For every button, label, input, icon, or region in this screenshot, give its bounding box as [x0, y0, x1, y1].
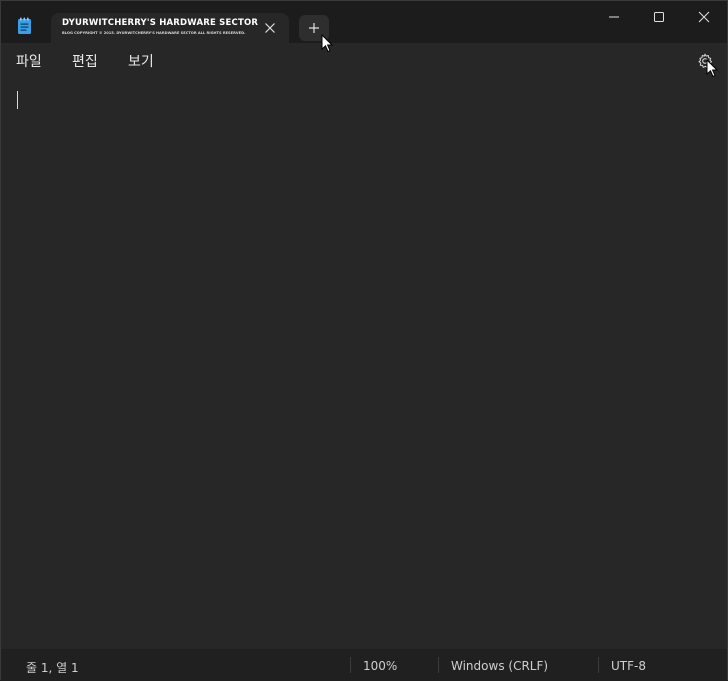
- status-bar: 줄 1, 열 1 100% Windows (CRLF) UTF-8: [1, 649, 727, 681]
- menu-edit[interactable]: 편집: [72, 51, 98, 71]
- close-window-button[interactable]: [681, 1, 727, 33]
- status-zoom[interactable]: 100%: [363, 659, 397, 673]
- tab-title: DYURWITCHERRY'S HARDWARE SECTOR: [62, 18, 259, 28]
- text-caret: [17, 91, 18, 109]
- title-bar: DYURWITCHERRY'S HARDWARE SECTOR BLOG COP…: [1, 1, 727, 43]
- mouse-pointer-icon: [321, 34, 333, 53]
- close-icon: [265, 23, 275, 33]
- minimize-icon: [609, 16, 619, 18]
- status-separator: [438, 657, 439, 673]
- notepad-window: DYURWITCHERRY'S HARDWARE SECTOR BLOG COP…: [0, 0, 728, 681]
- close-icon: [698, 11, 710, 23]
- menu-bar: 파일 편집 보기: [1, 43, 727, 77]
- status-line-ending[interactable]: Windows (CRLF): [451, 659, 548, 673]
- document-tab[interactable]: DYURWITCHERRY'S HARDWARE SECTOR BLOG COP…: [51, 13, 289, 43]
- status-separator: [598, 657, 599, 673]
- minimize-button[interactable]: [591, 1, 637, 33]
- mouse-pointer-icon: [706, 59, 718, 78]
- notepad-icon: [17, 17, 33, 35]
- menu-view[interactable]: 보기: [128, 51, 154, 71]
- maximize-button[interactable]: [636, 1, 682, 33]
- tab-close-button[interactable]: [259, 17, 281, 39]
- menu-file[interactable]: 파일: [16, 51, 42, 71]
- maximize-icon: [654, 12, 664, 22]
- plus-icon: [309, 23, 319, 33]
- status-separator: [350, 657, 351, 673]
- status-encoding[interactable]: UTF-8: [611, 659, 646, 673]
- tab-subtitle: BLOG COPYRIGHT © 2015. DYURWITCHERRY'S H…: [62, 31, 246, 35]
- text-editor-area[interactable]: [1, 77, 727, 649]
- status-cursor-position[interactable]: 줄 1, 열 1: [26, 659, 79, 676]
